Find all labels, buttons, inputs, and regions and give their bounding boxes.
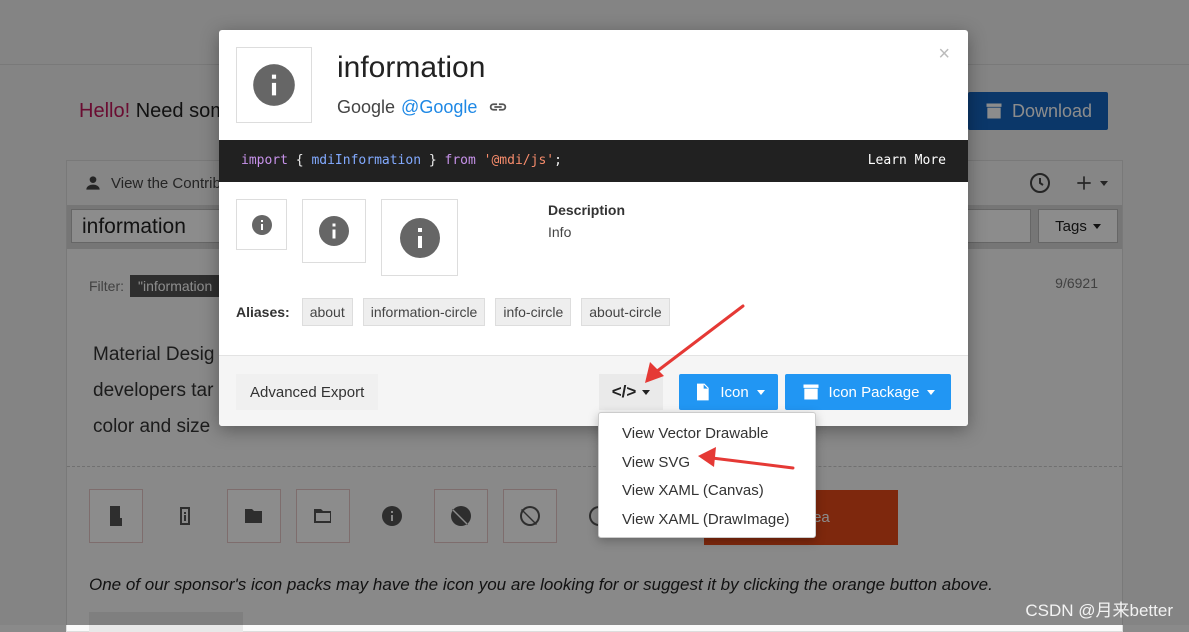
watermark: CSDN @月来better (1025, 601, 1173, 620)
annotation-arrow-to-code-button (645, 304, 745, 383)
annotation-arrows (645, 304, 795, 470)
annotation-arrow-to-view-svg (698, 447, 795, 470)
